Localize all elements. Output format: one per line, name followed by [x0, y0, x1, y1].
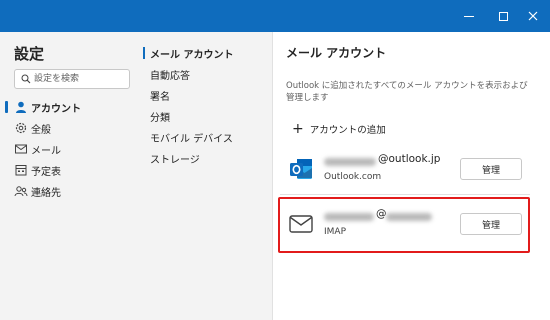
page-title: メール アカウント: [286, 46, 387, 60]
settings-search[interactable]: [14, 69, 130, 89]
subnav-active-indicator: [143, 47, 145, 59]
account-email-domain: @outlook.jp: [378, 153, 441, 165]
sidebar-item-calendar[interactable]: 予定表: [0, 160, 130, 180]
page-description: Outlook に追加されたすべてのメール アカウントを表示および管理します: [286, 81, 528, 103]
add-account-label: アカウントの追加: [309, 125, 386, 136]
close-button[interactable]: [516, 0, 550, 32]
sidebar-item-label: アカウント: [31, 104, 81, 115]
maximize-button[interactable]: [486, 0, 520, 32]
outlook-icon: [290, 159, 312, 179]
minimize-button[interactable]: [452, 0, 486, 32]
plus-icon: +: [292, 121, 304, 137]
sidebar-item-label: 全般: [31, 125, 51, 136]
sidebar-item-contacts[interactable]: 連絡先: [0, 181, 130, 201]
add-account-button[interactable]: + アカウントの追加: [292, 120, 386, 138]
subnav-item-auto-reply[interactable]: 自動応答: [150, 67, 190, 82]
highlight-box: [278, 197, 530, 253]
account-type: Outlook.com: [324, 172, 382, 182]
mail-icon: [15, 144, 27, 154]
maximize-icon: [498, 11, 508, 21]
sidebar-item-general[interactable]: 全般: [0, 118, 130, 138]
close-icon: [528, 11, 538, 21]
search-icon: [21, 74, 31, 84]
subnav-item-storage[interactable]: ストレージ: [150, 151, 200, 166]
subnav-item-signature[interactable]: 署名: [150, 88, 170, 103]
minimize-icon: [464, 15, 474, 17]
sidebar-item-label: 連絡先: [31, 188, 61, 199]
manage-button[interactable]: 管理: [460, 158, 522, 180]
row-separator: [280, 194, 530, 195]
search-input[interactable]: [34, 71, 128, 87]
subnav-item-mobile-devices[interactable]: モバイル デバイス: [150, 130, 233, 145]
blurred-email-user: [324, 158, 376, 166]
sidebar-item-label: 予定表: [31, 167, 61, 178]
people-icon: [14, 186, 28, 197]
pane-divider: [272, 32, 273, 320]
subnav-item-categories[interactable]: 分類: [150, 109, 170, 124]
settings-title: 設定: [14, 45, 45, 63]
sidebar-item-label: メール: [31, 146, 61, 157]
gear-icon: [15, 122, 27, 134]
calendar-icon: [15, 165, 27, 176]
sidebar-item-mail[interactable]: メール: [0, 139, 130, 159]
subnav-item-mail-accounts[interactable]: メール アカウント: [150, 46, 233, 61]
account-row-outlook: @outlook.jp Outlook.com 管理: [280, 144, 528, 196]
sidebar-item-account[interactable]: アカウント: [0, 97, 130, 117]
person-icon: [16, 101, 26, 113]
